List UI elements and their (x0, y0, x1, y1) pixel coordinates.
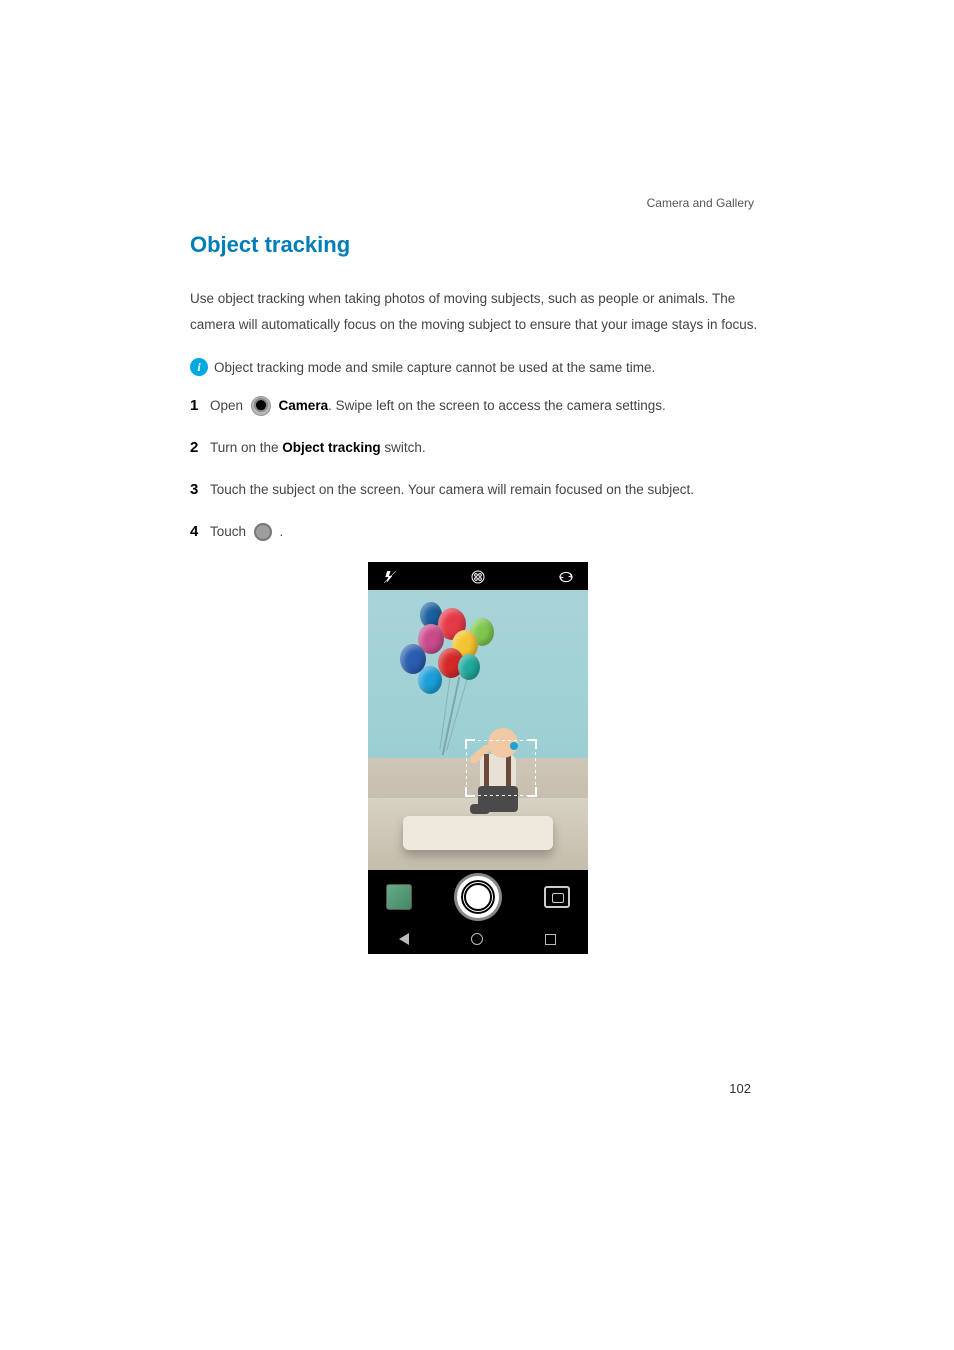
nav-home-icon[interactable] (471, 933, 483, 945)
nav-recent-icon[interactable] (545, 934, 556, 945)
step-1-app-name: Camera (279, 398, 329, 413)
info-icon: i (190, 358, 208, 376)
gallery-thumbnail[interactable] (386, 884, 412, 910)
header-section-label: Camera and Gallery (647, 196, 754, 210)
step-2: Turn on the Object tracking switch. (190, 436, 765, 460)
android-nav-bar (368, 924, 588, 954)
switch-camera-icon[interactable] (558, 569, 574, 585)
step-2-text-a: Turn on the (210, 440, 282, 455)
step-2-bold: Object tracking (282, 440, 380, 455)
section-title: Object tracking (190, 232, 765, 258)
filter-icon[interactable] (470, 569, 486, 585)
camera-viewfinder[interactable] (368, 590, 588, 870)
step-3: Touch the subject on the screen. Your ca… (190, 478, 765, 502)
flash-icon[interactable] (382, 569, 398, 585)
tracking-focus-box (466, 740, 536, 796)
step-1: Open Camera. Swipe left on the screen to… (190, 394, 765, 418)
steps-list: Open Camera. Swipe left on the screen to… (190, 394, 765, 544)
step-4-text-a: Touch (210, 524, 250, 539)
info-note: i Object tracking mode and smile capture… (190, 358, 765, 376)
phone-screenshot (368, 562, 588, 954)
balloons-illustration (390, 596, 500, 706)
camera-bottom-bar (368, 870, 588, 924)
shutter-icon (254, 523, 272, 541)
step-4: Touch . (190, 520, 765, 544)
camera-mode-button[interactable] (544, 886, 570, 908)
info-note-text: Object tracking mode and smile capture c… (214, 360, 655, 375)
intro-paragraph: Use object tracking when taking photos o… (190, 286, 765, 338)
step-2-text-b: switch. (381, 440, 426, 455)
step-4-text-b: . (280, 524, 284, 539)
page-number: 102 (729, 1081, 751, 1096)
camera-app-icon (251, 396, 271, 416)
camera-top-bar (368, 564, 588, 590)
shutter-button[interactable] (457, 876, 499, 918)
page-content: Object tracking Use object tracking when… (190, 232, 765, 954)
step-1-text-a: Open (210, 398, 247, 413)
step-1-text-b: . Swipe left on the screen to access the… (328, 398, 666, 413)
step-3-text: Touch the subject on the screen. Your ca… (210, 482, 694, 497)
nav-back-icon[interactable] (399, 933, 409, 945)
